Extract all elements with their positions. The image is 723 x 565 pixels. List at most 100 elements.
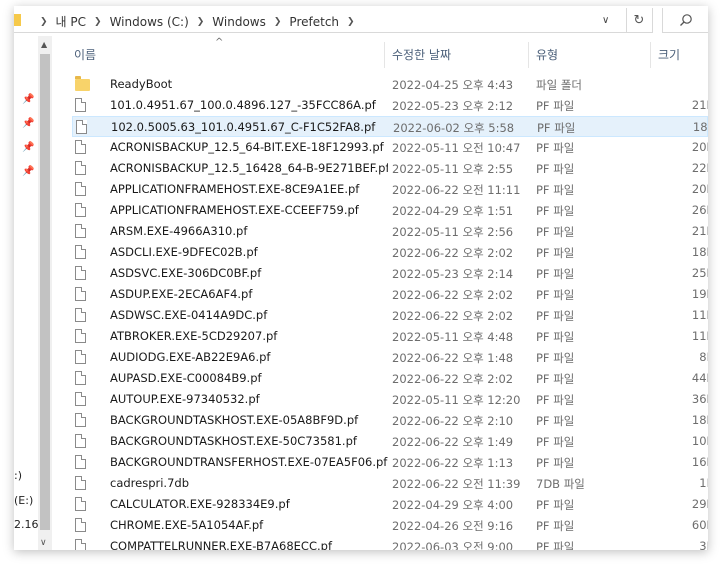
- chevron-down-icon[interactable]: ∨: [40, 538, 47, 548]
- file-date: 2022-06-22 오후 1:13: [392, 456, 514, 470]
- file-icon: [75, 476, 86, 490]
- column-header-type[interactable]: 유형: [536, 46, 558, 74]
- file-row[interactable]: ASDSVC.EXE-306DC0BF.pf 2022-05-23 오후 2:14…: [72, 263, 708, 284]
- file-row[interactable]: ARSM.EXE-4966A310.pf 2022-05-11 오후 2:56 PF…: [72, 221, 708, 242]
- scrollbar-thumb[interactable]: [40, 54, 50, 530]
- file-icon: [75, 539, 86, 550]
- file-date: 2022-04-26 오전 9:16: [392, 519, 514, 533]
- file-date: 2022-06-03 오전 9:00: [392, 540, 514, 550]
- file-icon: [75, 350, 86, 364]
- file-row[interactable]: AUDIODG.EXE-AB22E9A6.pf 2022-06-22 오후 1:4…: [72, 347, 708, 368]
- column-header-name[interactable]: 이름: [74, 46, 96, 74]
- file-name: ASDCLI.EXE-9DFEC02B.pf: [110, 245, 258, 259]
- file-icon: [75, 308, 86, 322]
- file-date: 2022-06-22 오후 2:02: [392, 309, 514, 323]
- file-name: BACKGROUNDTASKHOST.EXE-05A8BF9D.pf: [110, 413, 359, 427]
- column-divider[interactable]: [528, 42, 529, 68]
- file-size: 19KB: [691, 287, 708, 301]
- file-row[interactable]: CHROME.EXE-5A1054AF.pf 2022-04-26 오전 9:16…: [72, 515, 708, 536]
- file-row[interactable]: BACKGROUNDTASKHOST.EXE-50C73581.pf 2022-0…: [72, 431, 708, 452]
- file-name: ASDUP.EXE-2ECA6AF4.pf: [110, 287, 253, 301]
- file-name: 102.0.5005.63_101.0.4951.67_C-F1C52FA8.p…: [111, 120, 376, 134]
- chevron-right-icon[interactable]: ❯: [94, 17, 102, 27]
- breadcrumb-item-prefetch[interactable]: Prefetch: [289, 15, 339, 29]
- file-name: ARSM.EXE-4966A310.pf: [110, 224, 248, 238]
- file-name: APPLICATIONFRAMEHOST.EXE-8CE9A1EE.pf: [110, 182, 360, 196]
- file-type: PF 파일: [536, 162, 575, 176]
- column-header-size[interactable]: 크기: [658, 46, 680, 74]
- file-type: PF 파일: [536, 372, 575, 386]
- breadcrumb-item-drive[interactable]: Windows (C:): [110, 15, 189, 29]
- file-row[interactable]: AUPASD.EXE-C00084B9.pf 2022-06-22 오후 2:02…: [72, 368, 708, 389]
- file-name: cadrespri.7db: [110, 476, 190, 490]
- file-row[interactable]: CALCULATOR.EXE-928334E9.pf 2022-04-29 오후 …: [72, 494, 708, 515]
- file-row[interactable]: APPLICATIONFRAMEHOST.EXE-8CE9A1EE.pf 2022…: [72, 179, 708, 200]
- file-icon: [75, 266, 86, 280]
- file-date: 2022-05-23 오후 2:12: [392, 99, 514, 113]
- column-header-date[interactable]: 수정한 날짜: [392, 46, 451, 74]
- file-icon: [76, 120, 87, 134]
- explorer-window: ❯ 내 PC ❯ Windows (C:) ❯ Windows ❯ Prefet…: [14, 6, 708, 550]
- chevron-right-icon[interactable]: ❯: [197, 17, 205, 27]
- file-date: 2022-04-29 오후 4:00: [392, 498, 514, 512]
- file-row[interactable]: ATBROKER.EXE-5CD29207.pf 2022-05-11 오후 4:…: [72, 326, 708, 347]
- file-icon: [75, 329, 86, 343]
- file-row[interactable]: 101.0.4951.67_100.0.4896.127_-35FCC86A.p…: [72, 95, 708, 116]
- file-row[interactable]: BACKGROUNDTASKHOST.EXE-05A8BF9D.pf 2022-0…: [72, 410, 708, 431]
- file-row[interactable]: ReadyBoot 2022-04-25 오후 4:43 파일 폴더: [72, 74, 708, 95]
- chevron-right-icon[interactable]: ❯: [274, 17, 282, 27]
- refresh-button[interactable]: ↻: [626, 8, 653, 33]
- file-row[interactable]: ASDWSC.EXE-0414A9DC.pf 2022-06-22 오후 2:02…: [72, 305, 708, 326]
- file-name: ACRONISBACKUP_12.5_16428_64-B-9E271BEF.p…: [110, 161, 388, 175]
- nav-item[interactable]: 2.16: [14, 518, 38, 531]
- address-bar: ❯ 내 PC ❯ Windows (C:) ❯ Windows ❯ Prefet…: [14, 6, 708, 37]
- scroll-up-icon[interactable]: ▲: [41, 40, 47, 49]
- address-history-dropdown-icon[interactable]: ∨: [602, 15, 609, 26]
- file-type: PF 파일: [536, 414, 575, 428]
- file-icon: [75, 371, 86, 385]
- file-type: PF 파일: [536, 498, 575, 512]
- file-row[interactable]: ACRONISBACKUP_12.5_16428_64-B-9E271BEF.p…: [72, 158, 708, 179]
- pin-icon: 📌: [22, 118, 35, 129]
- file-size: 18KB: [691, 245, 708, 259]
- file-icon: [75, 203, 86, 217]
- file-row[interactable]: COMPATTELRUNNER.EXE-B7A68ECC.pf 2022-06-0…: [72, 536, 708, 550]
- file-row[interactable]: APPLICATIONFRAMEHOST.EXE-CCEEF759.pf 2022…: [72, 200, 708, 221]
- file-icon: [75, 455, 86, 469]
- file-icon: [75, 140, 86, 154]
- nav-item[interactable]: :): [14, 469, 22, 482]
- chevron-right-icon[interactable]: ❯: [347, 17, 355, 27]
- sort-ascending-icon: ^: [215, 37, 224, 48]
- file-size: 21KB: [691, 224, 708, 238]
- file-row[interactable]: 102.0.5005.63_101.0.4951.67_C-F1C52FA8.p…: [72, 116, 708, 137]
- file-row[interactable]: AUTOUP.EXE-97340532.pf 2022-05-11 오후 12:2…: [72, 389, 708, 410]
- column-divider[interactable]: [384, 42, 385, 68]
- file-size: 25KB: [691, 266, 708, 280]
- file-date: 2022-04-29 오후 1:51: [392, 204, 514, 218]
- nav-scrollbar[interactable]: ▲ ∨: [38, 36, 52, 550]
- address-field[interactable]: ❯ 내 PC ❯ Windows (C:) ❯ Windows ❯ Prefet…: [14, 8, 627, 33]
- file-icon: [75, 98, 86, 112]
- breadcrumb-item-my-pc[interactable]: 내 PC: [56, 13, 86, 30]
- chevron-right-icon[interactable]: ❯: [40, 17, 48, 27]
- search-input[interactable]: [662, 8, 708, 33]
- column-divider[interactable]: [650, 42, 651, 68]
- file-row[interactable]: ASDUP.EXE-2ECA6AF4.pf 2022-06-22 오후 2:02 P…: [72, 284, 708, 305]
- file-date: 2022-04-25 오후 4:43: [392, 78, 514, 92]
- file-type: 파일 폴더: [536, 78, 582, 92]
- breadcrumb-item-windows[interactable]: Windows: [212, 15, 266, 29]
- file-row[interactable]: cadrespri.7db 2022-06-22 오전 11:39 7DB 파일 1K…: [72, 473, 708, 494]
- file-name: AUPASD.EXE-C00084B9.pf: [110, 371, 262, 385]
- nav-item-drive-e[interactable]: (E:): [14, 494, 33, 507]
- file-name: ReadyBoot: [110, 77, 173, 91]
- file-date: 2022-05-23 오후 2:14: [392, 267, 514, 281]
- file-row[interactable]: BACKGROUNDTRANSFERHOST.EXE-07EA5F06.pf 20…: [72, 452, 708, 473]
- file-size: 3KB: [699, 539, 708, 550]
- file-type: PF 파일: [536, 225, 575, 239]
- file-size: 36KB: [691, 392, 708, 406]
- file-type: PF 파일: [537, 121, 576, 135]
- file-type: PF 파일: [536, 519, 575, 533]
- file-row[interactable]: ASDCLI.EXE-9DFEC02B.pf 2022-06-22 오후 2:02…: [72, 242, 708, 263]
- file-size: 11KB: [691, 329, 708, 343]
- file-row[interactable]: ACRONISBACKUP_12.5_64-BIT.EXE-18F12993.p…: [72, 137, 708, 158]
